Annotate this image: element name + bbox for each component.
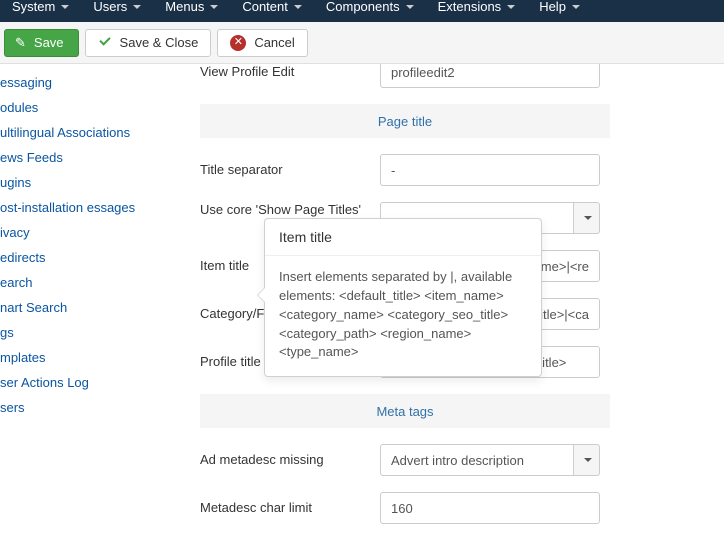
input-metadesc-limit[interactable]	[380, 492, 600, 524]
dropdown-toggle[interactable]	[574, 202, 600, 234]
tooltip-body: Insert elements separated by |, availabl…	[265, 256, 541, 376]
sidebar-item-postinstall[interactable]: ost-installation essages	[0, 195, 130, 220]
nav-label: Extensions	[438, 0, 502, 14]
save-button[interactable]: ✎ Save	[4, 29, 79, 57]
section-title: Meta tags	[376, 404, 433, 419]
nav-content[interactable]: Content	[230, 0, 314, 20]
cancel-button[interactable]: ✕ Cancel	[217, 29, 307, 57]
nav-menus[interactable]: Menus	[153, 0, 230, 20]
caret-down-icon	[406, 5, 414, 9]
tooltip-item-title: Item title Insert elements separated by …	[264, 218, 542, 377]
nav-label: System	[12, 0, 55, 14]
nav-extensions[interactable]: Extensions	[426, 0, 528, 20]
save-close-label: Save & Close	[120, 35, 199, 50]
nav-label: Menus	[165, 0, 204, 14]
cancel-icon: ✕	[230, 35, 246, 51]
section-title: Page title	[378, 114, 432, 129]
apply-icon: ✎	[15, 35, 26, 51]
nav-users[interactable]: Users	[81, 0, 153, 20]
caret-down-icon	[584, 216, 592, 220]
sidebar-item-privacy[interactable]: ivacy	[0, 220, 130, 245]
section-meta-tags: Meta tags	[200, 394, 610, 428]
label-title-separator: Title separator	[200, 162, 380, 179]
caret-down-icon	[210, 5, 218, 9]
sidebar-item-templates[interactable]: mplates	[0, 345, 130, 370]
caret-down-icon	[507, 5, 515, 9]
sidebar-item-newsfeeds[interactable]: ews Feeds	[0, 145, 130, 170]
select-ad-metadesc[interactable]	[380, 444, 574, 476]
sidebar-item-useractions[interactable]: ser Actions Log	[0, 370, 130, 395]
caret-down-icon	[584, 458, 592, 462]
save-close-button[interactable]: Save & Close	[85, 29, 212, 57]
sidebar-item-modules[interactable]: odules	[0, 95, 130, 120]
sidebar-item-multilingual[interactable]: ultilingual Associations	[0, 120, 130, 145]
label-view-profile-edit: View Profile Edit	[200, 64, 380, 80]
caret-down-icon	[133, 5, 141, 9]
tooltip-title: Item title	[265, 219, 541, 256]
nav-help[interactable]: Help	[527, 0, 592, 20]
sidebar: essaging odules ultilingual Associations…	[0, 64, 130, 547]
caret-down-icon	[572, 5, 580, 9]
sidebar-item-redirects[interactable]: edirects	[0, 245, 130, 270]
input-view-profile-edit[interactable]	[380, 64, 600, 88]
top-nav: System Users Menus Content Components Ex…	[0, 0, 724, 22]
nav-label: Content	[242, 0, 288, 14]
caret-down-icon	[294, 5, 302, 9]
sidebar-item-search[interactable]: earch	[0, 270, 130, 295]
input-title-separator[interactable]	[380, 154, 600, 186]
nav-label: Help	[539, 0, 566, 14]
save-button-label: Save	[34, 35, 64, 50]
nav-label: Components	[326, 0, 400, 14]
dropdown-toggle[interactable]	[574, 444, 600, 476]
sidebar-item-plugins[interactable]: ugins	[0, 170, 130, 195]
sidebar-item-tags[interactable]: gs	[0, 320, 130, 345]
label-metadesc-limit: Metadesc char limit	[200, 500, 380, 517]
sidebar-item-messaging[interactable]: essaging	[0, 70, 130, 95]
check-icon	[98, 36, 112, 50]
label-ad-metadesc: Ad metadesc missing	[200, 452, 380, 469]
nav-system[interactable]: System	[0, 0, 81, 20]
caret-down-icon	[61, 5, 69, 9]
toolbar: ✎ Save Save & Close ✕ Cancel	[0, 22, 724, 64]
nav-label: Users	[93, 0, 127, 14]
sidebar-item-smartsearch[interactable]: nart Search	[0, 295, 130, 320]
cancel-label: Cancel	[254, 35, 294, 50]
sidebar-item-users[interactable]: sers	[0, 395, 130, 420]
section-page-title: Page title	[200, 104, 610, 138]
nav-components[interactable]: Components	[314, 0, 426, 20]
label-use-core: Use core 'Show Page Titles'	[200, 202, 380, 219]
